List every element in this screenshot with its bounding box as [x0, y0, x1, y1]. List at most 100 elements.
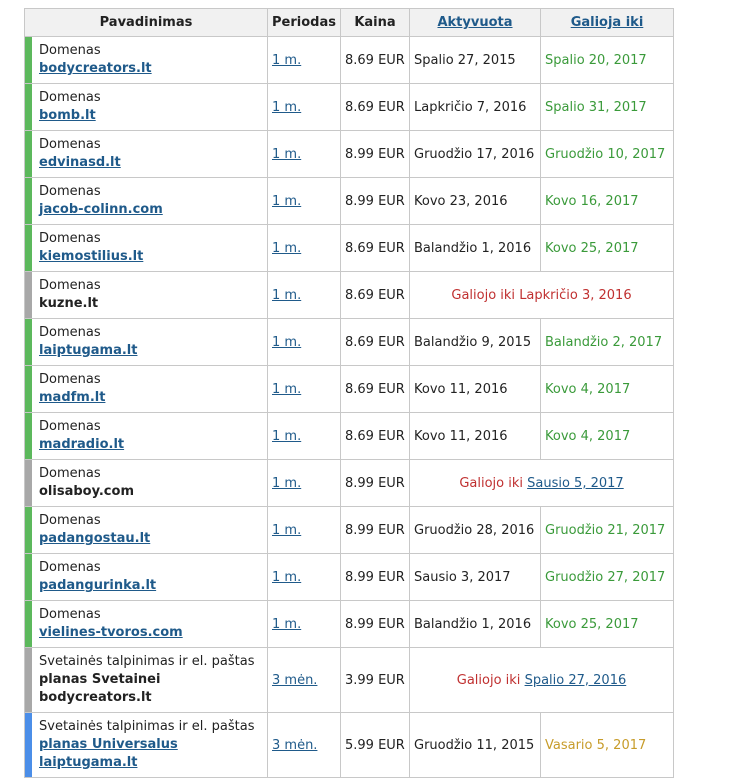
price-cell: 8.69 EUR: [340, 83, 410, 131]
price-cell: 8.99 EUR: [340, 553, 410, 601]
price-cell: 3.99 EUR: [340, 647, 410, 713]
period-cell: 3 mėn.: [267, 647, 341, 713]
hosting-plan-domain: bodycreators.lt: [39, 690, 152, 705]
domain-link[interactable]: kiemostilius.lt: [39, 248, 263, 266]
sort-valid-until-link[interactable]: Galioja iki: [571, 15, 644, 30]
status-bar-active: [25, 225, 32, 271]
table-row: Domenas vielines-tvoros.com 1 m. 8.99 EUR…: [24, 600, 674, 648]
period-link[interactable]: 3 mėn.: [272, 738, 317, 753]
period-link[interactable]: 1 m.: [272, 617, 301, 632]
hosting-plan-domain: laiptugama.lt: [39, 755, 138, 770]
service-type: Domenas: [39, 466, 101, 481]
renew-date-link[interactable]: Spalio 27, 2016: [525, 673, 627, 688]
valid-until-date: Spalio 31, 2017: [540, 83, 674, 131]
period-cell: 1 m.: [267, 318, 341, 366]
valid-until-date: Gruodžio 27, 2017: [540, 553, 674, 601]
period-link[interactable]: 1 m.: [272, 288, 301, 303]
table-row: Domenas bomb.lt 1 m. 8.69 EUR Lapkričio 7…: [24, 83, 674, 131]
domain-link[interactable]: vielines-tvoros.com: [39, 624, 263, 642]
table-row: Svetainės talpinimas ir el. paštas planas…: [24, 712, 674, 778]
price-cell: 8.99 EUR: [340, 177, 410, 225]
domain-name: kuzne.lt: [39, 296, 99, 311]
period-link[interactable]: 1 m.: [272, 523, 301, 538]
status-bar-hosting: [25, 713, 32, 777]
table-row: Domenas kuzne.lt 1 m. 8.69 EUR Galiojo ik…: [24, 271, 674, 319]
service-name-cell: Domenas laiptugama.lt: [24, 318, 268, 366]
price-cell: 8.69 EUR: [340, 365, 410, 413]
period-link[interactable]: 1 m.: [272, 570, 301, 585]
period-link[interactable]: 1 m.: [272, 53, 301, 68]
period-cell: 1 m.: [267, 459, 341, 507]
activated-date: Spalio 27, 2015: [409, 36, 541, 84]
table-row: Domenas jacob-colinn.com 1 m. 8.99 EUR Ko…: [24, 177, 674, 225]
hosting-plan-link[interactable]: planas Universalus laiptugama.lt: [39, 736, 263, 772]
table-row: Domenas madradio.lt 1 m. 8.69 EUR Kovo 11…: [24, 412, 674, 460]
period-link[interactable]: 1 m.: [272, 194, 301, 209]
service-name-cell: Domenas padangurinka.lt: [24, 553, 268, 601]
period-link[interactable]: 1 m.: [272, 335, 301, 350]
service-name-cell: Domenas bomb.lt: [24, 83, 268, 131]
period-link[interactable]: 1 m.: [272, 147, 301, 162]
header-activated[interactable]: Aktyvuota: [409, 8, 541, 37]
domain-link[interactable]: madfm.lt: [39, 389, 263, 407]
header-valid-until[interactable]: Galioja iki: [540, 8, 674, 37]
status-bar-expired: [25, 648, 32, 712]
table-header-row: Pavadinimas Periodas Kaina Aktyvuota Gal…: [24, 8, 674, 37]
valid-until-date: Kovo 25, 2017: [540, 600, 674, 648]
valid-until-date: Spalio 20, 2017: [540, 36, 674, 84]
valid-until-date: Gruodžio 10, 2017: [540, 130, 674, 178]
table-row: Domenas bodycreators.lt 1 m. 8.69 EUR Spa…: [24, 36, 674, 84]
period-cell: 3 mėn.: [267, 712, 341, 778]
period-link[interactable]: 3 mėn.: [272, 673, 317, 688]
price-cell: 8.69 EUR: [340, 318, 410, 366]
activated-date: Balandžio 1, 2016: [409, 224, 541, 272]
activated-date: Balandžio 1, 2016: [409, 600, 541, 648]
period-cell: 1 m.: [267, 130, 341, 178]
service-name-cell: Svetainės talpinimas ir el. paštas planas…: [24, 712, 268, 778]
renew-date-link[interactable]: Sausio 5, 2017: [527, 476, 624, 491]
period-link[interactable]: 1 m.: [272, 476, 301, 491]
domain-link[interactable]: padangostau.lt: [39, 530, 263, 548]
domain-link[interactable]: padangurinka.lt: [39, 577, 263, 595]
service-type: Domenas: [39, 184, 101, 199]
hosting-plan-name: planas Universalus: [39, 737, 178, 752]
service-name-cell: Domenas kiemostilius.lt: [24, 224, 268, 272]
period-cell: 1 m.: [267, 177, 341, 225]
expired-date: Lapkričio 3, 2016: [519, 287, 632, 303]
service-name-cell: Domenas madfm.lt: [24, 365, 268, 413]
service-type: Domenas: [39, 43, 101, 58]
header-name: Pavadinimas: [24, 8, 268, 37]
service-type: Domenas: [39, 231, 101, 246]
table-row: Domenas olisaboy.com 1 m. 8.99 EUR Galioj…: [24, 459, 674, 507]
period-link[interactable]: 1 m.: [272, 382, 301, 397]
price-cell: 8.69 EUR: [340, 224, 410, 272]
status-bar-active: [25, 413, 32, 459]
table-row: Domenas edvinasd.lt 1 m. 8.99 EUR Gruodži…: [24, 130, 674, 178]
domain-link[interactable]: bomb.lt: [39, 107, 263, 125]
period-cell: 1 m.: [267, 365, 341, 413]
domain-link[interactable]: edvinasd.lt: [39, 154, 263, 172]
service-type: Domenas: [39, 419, 101, 434]
domain-name: olisaboy.com: [39, 484, 134, 499]
period-link[interactable]: 1 m.: [272, 100, 301, 115]
domain-link[interactable]: laiptugama.lt: [39, 342, 263, 360]
period-link[interactable]: 1 m.: [272, 241, 301, 256]
service-type: Domenas: [39, 325, 101, 340]
table-row: Domenas padangostau.lt 1 m. 8.99 EUR Gruo…: [24, 506, 674, 554]
status-bar-expired: [25, 460, 32, 506]
service-name-cell: Domenas kuzne.lt: [24, 271, 268, 319]
hosting-plan-name: planas Svetainei: [39, 672, 161, 687]
service-name-cell: Domenas olisaboy.com: [24, 459, 268, 507]
expired-notice: Galiojo iki Lapkričio 3, 2016: [409, 271, 674, 319]
activated-date: Lapkričio 7, 2016: [409, 83, 541, 131]
price-cell: 8.69 EUR: [340, 36, 410, 84]
domain-link[interactable]: bodycreators.lt: [39, 60, 263, 78]
domain-link[interactable]: madradio.lt: [39, 436, 263, 454]
status-bar-active: [25, 507, 32, 553]
status-bar-active: [25, 601, 32, 647]
period-link[interactable]: 1 m.: [272, 429, 301, 444]
sort-activated-link[interactable]: Aktyvuota: [437, 15, 512, 30]
domain-link[interactable]: jacob-colinn.com: [39, 201, 263, 219]
status-bar-active: [25, 319, 32, 365]
service-type: Domenas: [39, 560, 101, 575]
